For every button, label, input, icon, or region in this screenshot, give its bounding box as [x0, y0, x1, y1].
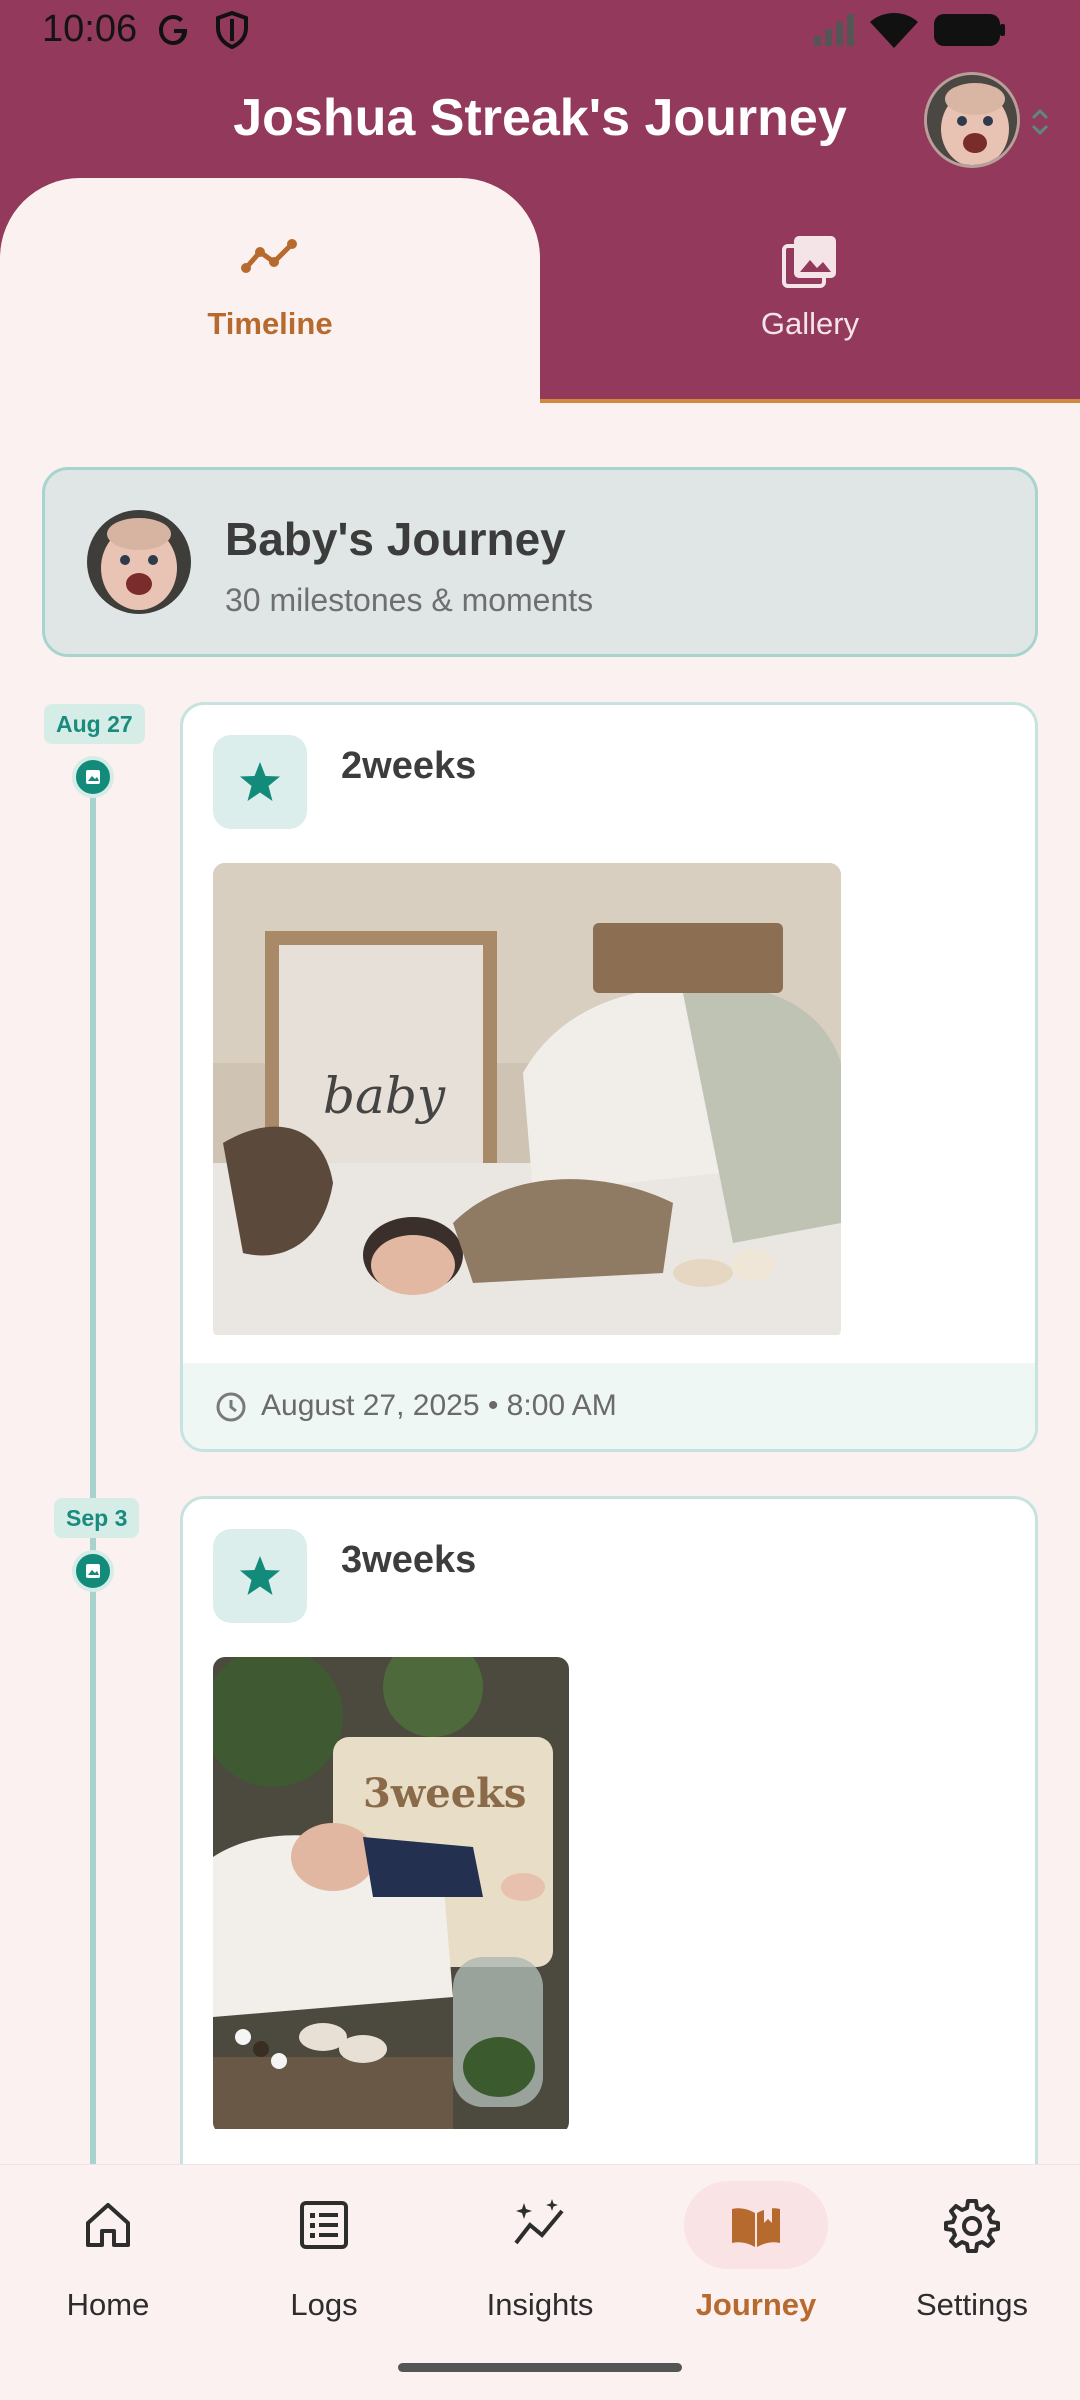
milestone-card[interactable]: 2weeks baby August 27, 2025 • 8:00 AM	[180, 702, 1038, 1452]
svg-text:3weeks: 3weeks	[363, 1770, 526, 1817]
photo-dot-icon	[72, 756, 114, 798]
nav-logs[interactable]: Logs	[216, 2165, 432, 2345]
milestone-photo[interactable]: baby	[213, 863, 841, 1340]
book-icon	[732, 2203, 780, 2247]
milestone-photo[interactable]: 3weeks	[213, 1657, 569, 2134]
home-icon	[86, 2203, 130, 2247]
milestone-title: 3weeks	[341, 1539, 477, 1581]
profile-avatar[interactable]	[924, 72, 1020, 168]
status-bar: 10:06	[0, 0, 1080, 62]
newborn-photo-3weeks: 3weeks	[213, 1657, 569, 2129]
nav-label: Home	[66, 2287, 150, 2322]
home-indicator[interactable]	[398, 2363, 682, 2372]
photo-dot-icon	[72, 1550, 114, 1592]
journey-summary-card: Baby's Journey 30 milestones & moments	[42, 467, 1038, 657]
page-title: Joshua Streak's Journey	[233, 89, 847, 147]
nav-settings[interactable]: Settings	[864, 2165, 1080, 2345]
timeline-chart-icon	[241, 239, 297, 273]
summary-subtitle: 30 milestones & moments	[225, 582, 594, 618]
nav-label: Insights	[486, 2287, 594, 2322]
milestone-icon-box	[213, 1529, 307, 1623]
tab-label: Gallery	[760, 306, 860, 341]
unfold-icon[interactable]	[1028, 104, 1052, 140]
milestone-card[interactable]: 3weeks 3weeks	[180, 1496, 1038, 2216]
signal-icon	[814, 14, 854, 46]
avatar	[87, 510, 191, 614]
status-time: 10:06	[42, 8, 138, 50]
date-badge: Aug 27	[44, 704, 145, 744]
shield-icon	[216, 10, 248, 50]
google-icon	[159, 15, 187, 45]
baby-face-image	[927, 75, 1017, 165]
timeline-line	[90, 780, 96, 2170]
tab-timeline[interactable]: Timeline	[0, 178, 540, 402]
milestone-timestamp: August 27, 2025 • 8:00 AM	[261, 1389, 617, 1422]
nav-label: Logs	[290, 2287, 358, 2322]
tab-indicator	[540, 399, 1080, 403]
baby-face-image	[87, 510, 191, 614]
milestone-title: 2weeks	[341, 745, 477, 787]
insights-icon	[514, 2199, 564, 2245]
photo-library-icon	[782, 236, 836, 288]
battery-icon	[934, 14, 1005, 46]
wifi-icon	[870, 13, 918, 48]
newborn-photo-2weeks: baby	[213, 863, 841, 1335]
nav-home[interactable]: Home	[0, 2165, 216, 2345]
nav-label: Journey	[695, 2287, 817, 2322]
tab-gallery[interactable]: Gallery	[540, 178, 1080, 402]
list-icon	[300, 2201, 348, 2249]
star-icon	[240, 1556, 280, 1595]
tab-label: Timeline	[207, 306, 333, 341]
clock-icon	[216, 1392, 246, 1422]
star-icon	[240, 762, 280, 801]
milestone-icon-box	[213, 735, 307, 829]
nav-journey[interactable]: Journey	[648, 2165, 864, 2345]
gear-icon	[944, 2199, 1000, 2253]
nav-label: Settings	[915, 2287, 1028, 2322]
nav-insights[interactable]: Insights	[432, 2165, 648, 2345]
date-badge: Sep 3	[54, 1498, 140, 1538]
milestone-footer: August 27, 2025 • 8:00 AM	[183, 1363, 1035, 1449]
summary-title: Baby's Journey	[225, 513, 566, 565]
svg-text:baby: baby	[323, 1067, 446, 1125]
